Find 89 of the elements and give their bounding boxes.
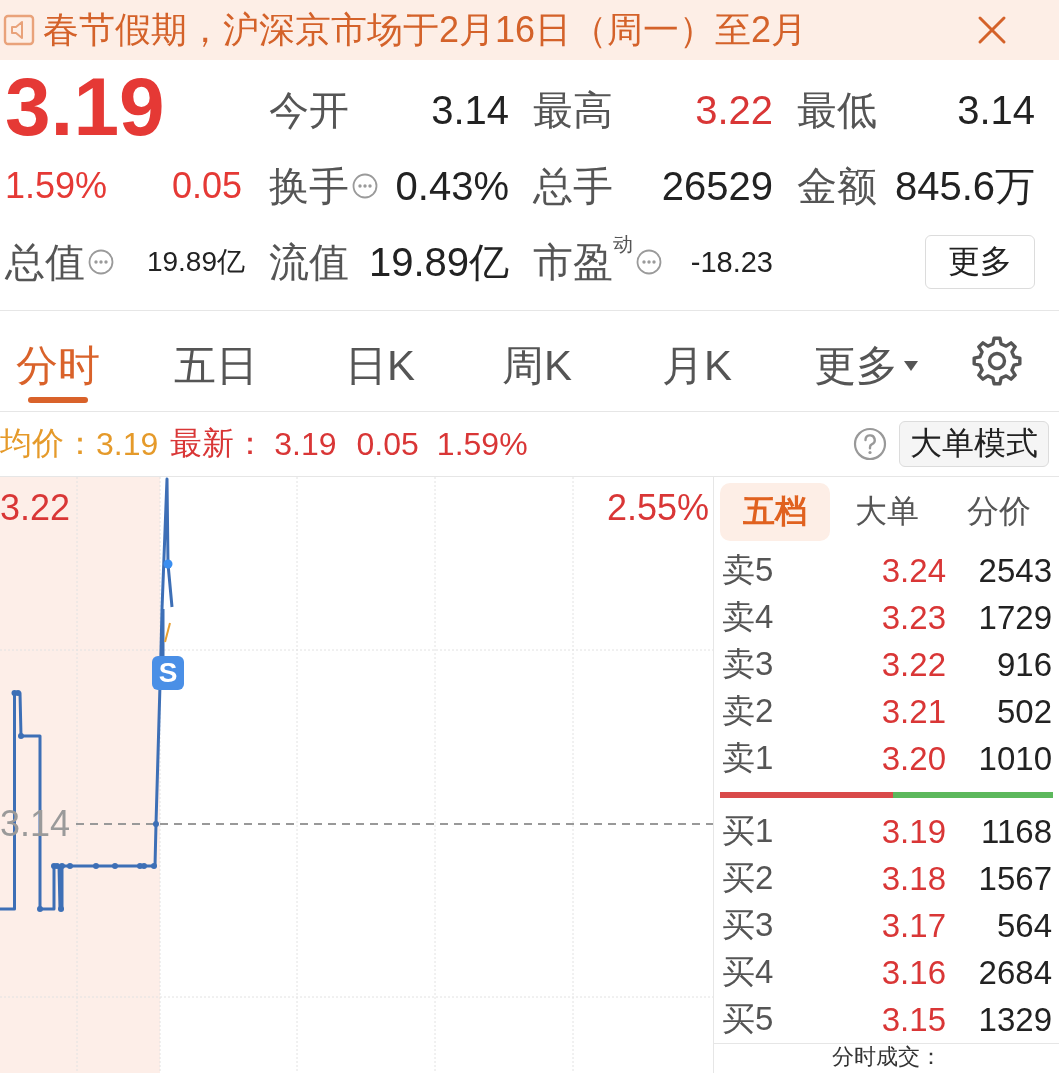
ellipsis-circle-icon[interactable]	[636, 249, 662, 275]
signal-badge: S	[152, 656, 184, 690]
stat-label: 最高	[533, 87, 613, 134]
level-price: 3.20	[881, 739, 946, 778]
data-point	[153, 821, 159, 827]
latest-price: 3.19	[274, 425, 337, 463]
level-volume: 1010	[978, 739, 1052, 778]
avg-price-value: 3.19	[96, 425, 159, 463]
level-label: 卖3	[722, 644, 775, 684]
more-button[interactable]: 更多	[925, 235, 1035, 289]
level-label: 买5	[722, 999, 775, 1039]
stat-value: 19.89亿	[368, 238, 509, 286]
period-tab[interactable]: 月K	[662, 311, 732, 411]
period-tab[interactable]: 周K	[502, 311, 572, 411]
period-tab[interactable]: 五日	[174, 311, 258, 411]
stat-value: -18.23	[690, 245, 773, 279]
stat-value: 3.22	[695, 87, 773, 133]
level-label: 买1	[722, 811, 775, 851]
average-price-line	[164, 622, 171, 643]
level-volume: 502	[996, 692, 1052, 731]
notice-text: 春节假期，沪深京市场于2月16日（周一）至2月	[43, 7, 808, 52]
level-label: 卖2	[722, 691, 775, 731]
level-label: 买3	[722, 905, 775, 945]
stat-value: 19.89亿	[146, 245, 245, 279]
stat-label: 金额	[797, 163, 877, 210]
ellipsis-circle-icon[interactable]	[88, 249, 114, 275]
help-icon[interactable]	[853, 427, 887, 461]
data-point	[93, 863, 99, 869]
level-label: 卖1	[722, 738, 775, 778]
data-point	[163, 559, 173, 569]
period-tab[interactable]: 更多	[814, 311, 918, 411]
data-point	[18, 733, 24, 739]
ellipsis-circle-icon[interactable]	[352, 173, 378, 199]
section-title: 分时成交：	[831, 1044, 942, 1070]
data-point	[151, 863, 157, 869]
level-price: 3.21	[881, 692, 946, 731]
level-volume: 2543	[978, 551, 1052, 590]
level-volume: 1329	[978, 1000, 1052, 1039]
level-price: 3.18	[881, 859, 946, 898]
level-volume: 916	[996, 645, 1052, 684]
data-point	[58, 906, 64, 912]
stat-value: 3.14	[957, 87, 1035, 133]
level-label: 买2	[722, 858, 775, 898]
stat-value: 0.43%	[395, 163, 509, 209]
level-volume: 1567	[978, 859, 1052, 898]
close-icon[interactable]	[977, 15, 1007, 45]
latest-change: 0.05	[356, 425, 419, 463]
stat-value: 3.14	[431, 87, 509, 133]
price-axis-label: 3.22	[0, 487, 71, 529]
change-percent: 1.59%	[5, 165, 108, 207]
level-price: 3.22	[881, 645, 946, 684]
level-volume: 564	[996, 906, 1052, 945]
stat-value: 845.6万	[894, 162, 1035, 210]
stat-label: 最低	[797, 87, 877, 134]
data-point	[37, 906, 43, 912]
level-label: 买4	[722, 952, 775, 992]
level-volume: 2684	[978, 953, 1052, 992]
order-book-tab[interactable]: 大单	[832, 483, 942, 541]
order-book-tab[interactable]: 分价	[944, 483, 1054, 541]
stat-label: 换手	[269, 163, 349, 210]
caret-icon	[904, 361, 918, 371]
settings-icon[interactable]	[971, 335, 1023, 387]
level-label: 卖4	[722, 597, 775, 637]
change-amount: 0.05	[171, 165, 242, 207]
stat-label: 流值	[269, 239, 349, 286]
stat-label: 总手	[533, 163, 613, 210]
period-tab[interactable]: 分时	[16, 311, 100, 411]
data-point	[67, 863, 73, 869]
current-price: 3.19	[5, 66, 165, 148]
level-label: 卖5	[722, 550, 775, 590]
level-price: 3.23	[881, 598, 946, 637]
stat-label: 今开	[269, 87, 349, 134]
level-price: 3.17	[881, 906, 946, 945]
level-volume: 1729	[978, 598, 1052, 637]
latest-label: 最新：	[170, 424, 267, 463]
stat-label: 总值	[5, 239, 85, 286]
notice-icon	[3, 14, 35, 46]
level-price: 3.24	[881, 551, 946, 590]
level-volume: 1168	[981, 812, 1052, 851]
latest-percent: 1.59%	[436, 425, 528, 463]
percent-axis-label: 2.55%	[606, 487, 709, 529]
stat-value: 26529	[661, 163, 773, 209]
data-point	[112, 863, 118, 869]
large-order-mode-button[interactable]: 大单模式	[899, 421, 1049, 467]
level-price: 3.19	[881, 812, 946, 851]
period-tab[interactable]: 日K	[345, 311, 415, 411]
level-price: 3.15	[881, 1000, 946, 1039]
level-price: 3.16	[881, 953, 946, 992]
avg-price-label: 均价：	[0, 424, 96, 463]
